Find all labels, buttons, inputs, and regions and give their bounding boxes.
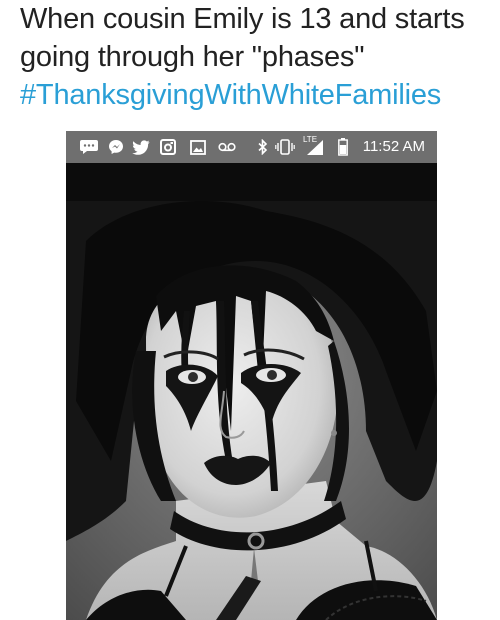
twitter-icon (130, 131, 152, 163)
tweet-line-2: going through her "phases" (20, 41, 365, 73)
hashtag-link[interactable]: #ThanksgivingWithWhiteFamilies (20, 76, 490, 114)
network-type-label: LTE (302, 135, 318, 144)
app-header-bar (66, 163, 437, 201)
clock-time: 11:52 AM (362, 138, 425, 155)
gallery-icon (188, 131, 208, 163)
phone-screenshot: LTE 11:52 AM (66, 131, 437, 620)
voicemail-icon (216, 131, 238, 163)
instagram-icon (158, 131, 178, 163)
goth-girl-photo (66, 201, 437, 620)
tweet-line-1: When cousin Emily is 13 and starts (20, 3, 465, 35)
bluetooth-icon (256, 131, 270, 163)
status-bar: LTE 11:52 AM (66, 131, 437, 163)
vibrate-icon (274, 131, 296, 163)
messenger-icon (106, 131, 126, 163)
tweet-text: When cousin Emily is 13 and starts going… (20, 0, 490, 114)
message-icon (78, 131, 100, 163)
battery-icon (336, 131, 350, 163)
